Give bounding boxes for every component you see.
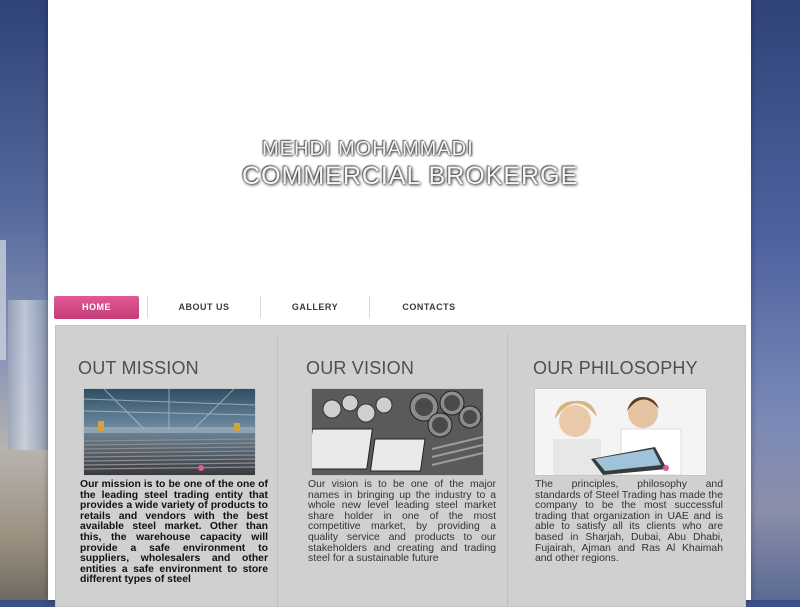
slide-indicator-dot[interactable] [663,465,669,471]
page-container: MEHDI MOHAMMADI COMMERCIAL BROKERGE HOME… [48,0,751,607]
main-nav: HOME ABOUT US GALLERY CONTACTS [54,295,488,319]
column-divider [277,334,278,606]
background-tower-spire [0,240,6,360]
mission-heading: OUT MISSION [78,358,199,378]
mission-text: Our mission is to be one of the one of t… [80,479,268,586]
background-right-scenery [748,0,800,600]
philosophy-heading: OUR PHILOSOPHY [533,358,698,378]
column-divider [507,334,508,606]
nav-item-contacts[interactable]: CONTACTS [370,296,488,319]
logo-tagline: COMMERCIAL BROKERGE [242,162,579,190]
steel-warehouse-illustration [83,388,256,475]
philosophy-text: The principles, philosophy and standards… [535,479,723,565]
vision-heading: OUR VISION [306,358,415,378]
content-panel: OUT MISSION Our mission is to be one of … [55,325,746,607]
background-left-scenery [0,0,52,600]
nav-item-home[interactable]: HOME [54,295,139,319]
logo-name: MEHDI MOHAMMADI [262,138,474,160]
nav-item-about-us[interactable]: ABOUT US [148,296,260,319]
vision-section: OUR VISION Our vision is to be one of th… [284,326,509,606]
background-skyline [8,300,50,450]
people-laptop-illustration [535,389,706,476]
steel-pipes-illustration [306,389,484,475]
vision-text: Our vision is to be one of the major nam… [308,479,496,565]
people-laptop-image [535,389,706,476]
mission-section: OUT MISSION Our mission is to be one of … [56,326,278,606]
steel-pipes-image [306,389,484,475]
philosophy-section: OUR PHILOSOPHY The principles, philosoph… [511,326,745,606]
steel-warehouse-image [83,388,256,475]
nav-item-gallery[interactable]: GALLERY [261,296,369,319]
slide-indicator-dot[interactable] [198,465,204,471]
